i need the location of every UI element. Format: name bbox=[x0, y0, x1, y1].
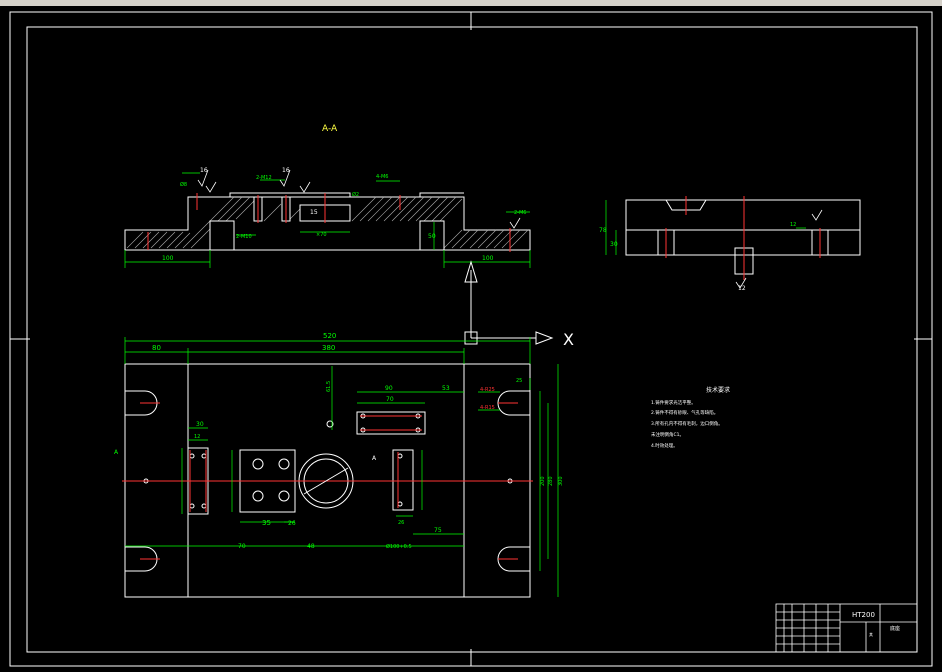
notes-line-3: 3.所有孔内不得有毛刺，边口倒角。 bbox=[651, 420, 723, 427]
section-mark-a-right: A bbox=[372, 455, 377, 462]
dim-section-15: 15 bbox=[310, 209, 318, 216]
dim-side-12: 12 bbox=[790, 222, 796, 228]
section-mark-a-left: A bbox=[114, 449, 119, 456]
dim-section-d8: Ø8 bbox=[180, 181, 187, 188]
dim-plan-26b: 26 bbox=[398, 520, 404, 526]
dim-plan-35: 35 bbox=[262, 519, 271, 527]
side-view-outline bbox=[625, 199, 861, 275]
dim-plan-26: 26 bbox=[288, 520, 296, 527]
dim-plan-300: 300 bbox=[558, 476, 564, 486]
dim-plan-12: 12 bbox=[194, 434, 200, 440]
section-voids bbox=[209, 196, 445, 251]
dim-side-78: 78 bbox=[599, 227, 607, 234]
sheet-outer-border bbox=[9, 11, 933, 667]
dim-plan-61: 61.5 bbox=[326, 381, 332, 392]
side-view-dimension-lines bbox=[605, 200, 806, 255]
dim-section-m12: 2-M12 bbox=[256, 175, 272, 181]
dim-plan-90: 90 bbox=[385, 385, 393, 392]
dim-plan-bore: Ø100+0.5 bbox=[386, 543, 412, 550]
title-block-cell: 其 bbox=[869, 632, 873, 637]
ucs-axis-icon bbox=[464, 260, 554, 345]
dim-section-100a: 100 bbox=[162, 255, 174, 262]
dim-plan-r25: 4-R25 bbox=[480, 387, 495, 393]
title-block-material: HT200 bbox=[852, 611, 875, 619]
dim-plan-70: 70 bbox=[386, 396, 394, 403]
dim-plan-53: 53 bbox=[442, 385, 450, 392]
dim-section-16b: 16 bbox=[282, 167, 290, 174]
notes-line-1: 1.铸件要求光洁平整。 bbox=[651, 399, 696, 406]
dim-520: 520 bbox=[323, 332, 336, 340]
dim-section-m6: 4-M6 bbox=[376, 174, 388, 180]
section-centerlines bbox=[147, 193, 511, 252]
section-label: A-A bbox=[322, 124, 338, 134]
notes-line-4: 未注明倒角C1。 bbox=[651, 431, 684, 438]
cad-drawing-canvas[interactable]: A-A 100 100 50 16 16 15 2-M12 2-M10 4-M6… bbox=[0, 0, 942, 672]
dim-side-30: 30 bbox=[610, 241, 618, 248]
ucs-x-label: X bbox=[563, 330, 574, 349]
dim-section-d70: ×70 bbox=[316, 232, 327, 238]
dim-section-m10: 2-M10 bbox=[236, 234, 252, 240]
sheet-inner-border bbox=[26, 26, 918, 653]
side-view-finish-symbols bbox=[735, 209, 823, 289]
centering-marks bbox=[10, 12, 932, 666]
dim-plan-25: 25 bbox=[516, 378, 522, 384]
dim-section-m6b: 2-M6 bbox=[514, 210, 526, 216]
surface-finish-symbols bbox=[197, 169, 521, 229]
notes-line-2: 2.铸件不得有砂眼、气孔等缺陷。 bbox=[651, 409, 718, 416]
dim-section-phi2: Ø2 bbox=[352, 191, 359, 198]
dim-plan-280: 280 bbox=[548, 476, 554, 486]
dim-plan-48: 48 bbox=[307, 543, 315, 550]
notes-title: 技术要求 bbox=[706, 386, 730, 394]
dim-80: 80 bbox=[152, 344, 161, 352]
notes-line-5: 4.时效处理。 bbox=[651, 442, 678, 449]
dim-plan-r15: 4-R15 bbox=[480, 405, 495, 411]
dim-section-16a: 16 bbox=[200, 167, 208, 174]
dim-plan-30: 30 bbox=[196, 421, 204, 428]
side-view-centerlines bbox=[665, 196, 821, 280]
title-block-drawing-no: 底座 bbox=[890, 625, 900, 632]
dim-section-50: 50 bbox=[428, 233, 436, 240]
dim-plan-200: 200 bbox=[540, 476, 546, 486]
dim-section-100b: 100 bbox=[482, 255, 494, 262]
dim-380: 380 bbox=[322, 344, 335, 352]
dim-plan-70b: 70 bbox=[238, 543, 246, 550]
dim-plan-75: 75 bbox=[434, 527, 442, 534]
